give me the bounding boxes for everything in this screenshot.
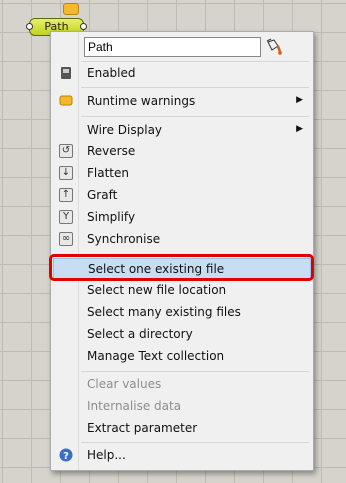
name-field[interactable] bbox=[84, 37, 261, 57]
menu-item-runtime-warnings[interactable]: Runtime warnings ▶ bbox=[53, 91, 311, 112]
enabled-icon bbox=[59, 66, 73, 80]
menu-item-manage-text-collection[interactable]: Manage Text collection bbox=[53, 346, 311, 367]
separator bbox=[81, 87, 309, 88]
highlight-annotation bbox=[49, 254, 314, 281]
warning-icon bbox=[59, 94, 73, 108]
help-icon: ? bbox=[59, 448, 73, 462]
menu-item-synchronise[interactable]: ∞ Synchronise bbox=[53, 229, 311, 250]
output-port[interactable] bbox=[80, 23, 87, 30]
flatten-icon: ↓ bbox=[59, 166, 73, 180]
separator bbox=[81, 371, 309, 372]
context-menu: Enabled Runtime warnings ▶ Wire Display … bbox=[50, 31, 314, 471]
separator bbox=[81, 61, 309, 62]
submenu-arrow-icon: ▶ bbox=[296, 95, 303, 105]
simplify-icon: Y bbox=[59, 210, 73, 224]
menu-item-graft[interactable]: ↑ Graft bbox=[53, 185, 311, 206]
menu-item-wire-display[interactable]: Wire Display ▶ bbox=[53, 120, 311, 141]
menu-item-enabled[interactable]: Enabled bbox=[53, 63, 311, 84]
warning-balloon-icon[interactable] bbox=[63, 3, 79, 15]
menu-item-flatten[interactable]: ↓ Flatten bbox=[53, 163, 311, 184]
menu-item-select-a-directory[interactable]: Select a directory bbox=[53, 324, 311, 345]
separator bbox=[81, 116, 309, 117]
menu-item-internalise-data: Internalise data bbox=[87, 399, 182, 413]
paint-bucket-icon[interactable] bbox=[264, 38, 282, 56]
menu-item-reverse[interactable]: ↺ Reverse bbox=[53, 141, 311, 162]
menu-item-select-new-file-location[interactable]: Select new file location bbox=[53, 280, 311, 301]
menu-item-help[interactable]: ? Help... bbox=[53, 445, 311, 466]
separator bbox=[81, 442, 309, 443]
submenu-arrow-icon: ▶ bbox=[296, 124, 303, 134]
menu-item-select-many-existing-files[interactable]: Select many existing files bbox=[53, 302, 311, 323]
svg-text:?: ? bbox=[63, 451, 69, 462]
menu-item-simplify[interactable]: Y Simplify bbox=[53, 207, 311, 228]
menu-item-extract-parameter[interactable]: Extract parameter bbox=[53, 418, 311, 439]
reverse-icon: ↺ bbox=[59, 144, 73, 158]
graft-icon: ↑ bbox=[59, 188, 73, 202]
synchronise-icon: ∞ bbox=[59, 232, 73, 246]
menu-item-clear-values: Clear values bbox=[87, 377, 162, 391]
